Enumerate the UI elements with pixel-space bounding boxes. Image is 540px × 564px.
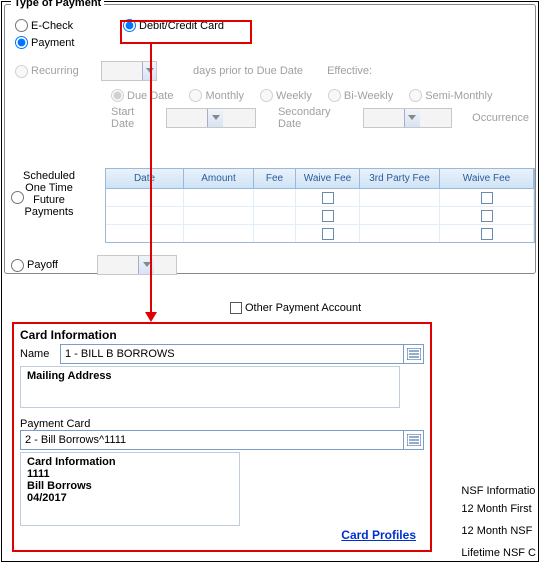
days-prior-label: days prior to Due Date	[193, 65, 303, 77]
group-title: Type of Payment	[11, 0, 104, 9]
payment-type-group: Type of Payment E-Check Debit/Credit Car…	[4, 4, 536, 274]
lookup-icon[interactable]	[403, 431, 423, 449]
col-waive1[interactable]: Waive Fee	[296, 169, 360, 189]
radio-biweekly: Bi-Weekly	[328, 89, 393, 102]
name-label: Name	[20, 348, 54, 360]
radio-monthly-label: Monthly	[205, 90, 244, 102]
card-last4: 1111	[27, 468, 233, 480]
payoff-combo	[97, 255, 177, 275]
annotation-arrow-head	[145, 312, 157, 322]
radio-scheduled[interactable]	[11, 191, 24, 204]
radio-payoff-label: Payoff	[27, 259, 58, 271]
outer-panel: Type of Payment E-Check Debit/Credit Car…	[1, 1, 539, 562]
radio-weekly-label: Weekly	[276, 90, 312, 102]
payment-card-lookup[interactable]: 2 - Bill Borrows^1111	[20, 430, 424, 450]
nsf-info: NSF Informatio 12 Month First 12 Month N…	[461, 482, 536, 562]
col-date[interactable]: Date	[106, 169, 184, 189]
mailing-address-title: Mailing Address	[27, 370, 393, 382]
nsf-title: NSF Informatio	[461, 482, 536, 500]
radio-payoff[interactable]: Payoff	[11, 259, 91, 272]
occurrence-label: Occurrence	[472, 112, 529, 124]
waive-fee-checkbox[interactable]	[322, 192, 334, 204]
waive-fee2-checkbox[interactable]	[481, 210, 493, 222]
secondary-date-label: Secondary Date	[278, 106, 357, 130]
radio-echeck-label: E-Check	[31, 20, 73, 32]
radio-debit[interactable]: Debit/Credit Card	[123, 19, 224, 32]
card-holder: Bill Borrows	[27, 480, 233, 492]
chevron-down-icon	[142, 62, 156, 80]
nsf-line2: 12 Month NSF	[461, 522, 536, 540]
other-payment-label: Other Payment Account	[245, 302, 361, 314]
waive-fee2-checkbox[interactable]	[481, 228, 493, 240]
nsf-line3: Lifetime NSF C	[461, 544, 536, 562]
table-row[interactable]	[106, 207, 534, 225]
radio-recurring: Recurring	[15, 65, 95, 78]
card-info-title: Card Information	[27, 456, 233, 468]
mailing-address-block: Mailing Address	[20, 366, 400, 408]
secondary-date-combo	[363, 108, 453, 128]
start-date-combo	[166, 108, 256, 128]
radio-biweekly-label: Bi-Weekly	[344, 90, 393, 102]
card-information-section: Card Information Name 1 - BILL B BORROWS…	[12, 322, 432, 552]
table-row[interactable]	[106, 225, 534, 243]
radio-due-label: Due Date	[127, 90, 173, 102]
scheduled-payments-label: Scheduled One Time Future Payments	[23, 170, 93, 218]
radio-echeck[interactable]: E-Check	[15, 19, 105, 32]
effective-label: Effective:	[327, 65, 372, 77]
col-waive2[interactable]: Waive Fee	[440, 169, 534, 189]
card-profiles-link[interactable]: Card Profiles	[341, 528, 416, 542]
radio-payment[interactable]: Payment	[15, 36, 74, 49]
other-payment-account-check[interactable]: Other Payment Account	[230, 302, 361, 314]
card-expiry: 04/2017	[27, 492, 233, 504]
radio-semimonthly: Semi-Monthly	[409, 89, 492, 102]
radio-recurring-label: Recurring	[31, 65, 79, 77]
table-row[interactable]	[106, 189, 534, 207]
card-section-title: Card Information	[20, 328, 424, 342]
payments-grid[interactable]: Date Amount Fee Waive Fee 3rd Party Fee …	[105, 168, 535, 243]
card-info-block: Card Information 1111 Bill Borrows 04/20…	[20, 452, 240, 526]
nsf-line1: 12 Month First	[461, 500, 536, 518]
chevron-down-icon	[207, 109, 223, 127]
radio-semi-label: Semi-Monthly	[425, 90, 492, 102]
col-amount[interactable]: Amount	[184, 169, 254, 189]
lookup-icon[interactable]	[403, 345, 423, 363]
start-date-label: Start Date	[111, 106, 160, 130]
radio-monthly: Monthly	[189, 89, 244, 102]
radio-due-date: Due Date	[111, 89, 173, 102]
chevron-down-icon	[404, 109, 420, 127]
recurring-days-combo	[101, 61, 157, 81]
name-value: 1 - BILL B BORROWS	[61, 345, 403, 363]
radio-payment-label: Payment	[31, 37, 74, 49]
radio-debit-label: Debit/Credit Card	[139, 20, 224, 32]
waive-fee-checkbox[interactable]	[322, 210, 334, 222]
payment-card-label: Payment Card	[20, 418, 424, 430]
col-3rd[interactable]: 3rd Party Fee	[360, 169, 440, 189]
checkbox-icon[interactable]	[230, 302, 242, 314]
name-lookup[interactable]: 1 - BILL B BORROWS	[60, 344, 424, 364]
chevron-down-icon	[138, 256, 154, 274]
col-fee[interactable]: Fee	[254, 169, 296, 189]
radio-weekly: Weekly	[260, 89, 312, 102]
waive-fee2-checkbox[interactable]	[481, 192, 493, 204]
waive-fee-checkbox[interactable]	[322, 228, 334, 240]
payment-card-value: 2 - Bill Borrows^1111	[21, 431, 403, 449]
